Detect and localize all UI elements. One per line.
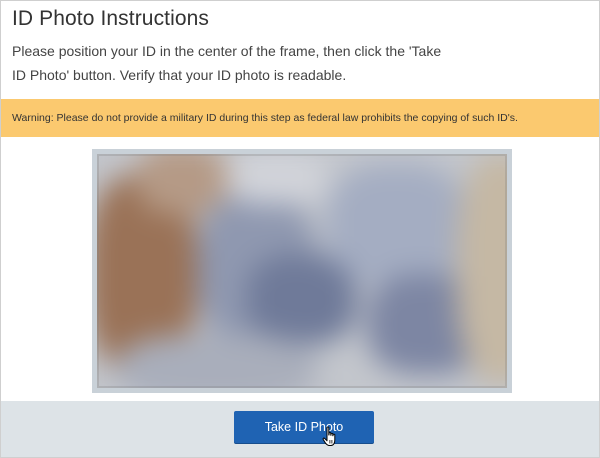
page-title: ID Photo Instructions [12,7,210,30]
blurred-id-image [97,154,507,388]
camera-preview-frame [92,149,512,393]
id-photo-panel: ID Photo Instructions Please position yo… [0,0,600,458]
hand-pointer-icon [322,426,336,446]
action-bar: Take ID Photo [1,401,599,457]
warning-banner: Warning: Please do not provide a militar… [1,99,599,137]
camera-preview [97,154,507,388]
take-id-photo-button[interactable]: Take ID Photo [234,411,374,443]
warning-text: Warning: Please do not provide a militar… [12,112,518,124]
instructions-text: Please position your ID in the center of… [12,43,442,83]
